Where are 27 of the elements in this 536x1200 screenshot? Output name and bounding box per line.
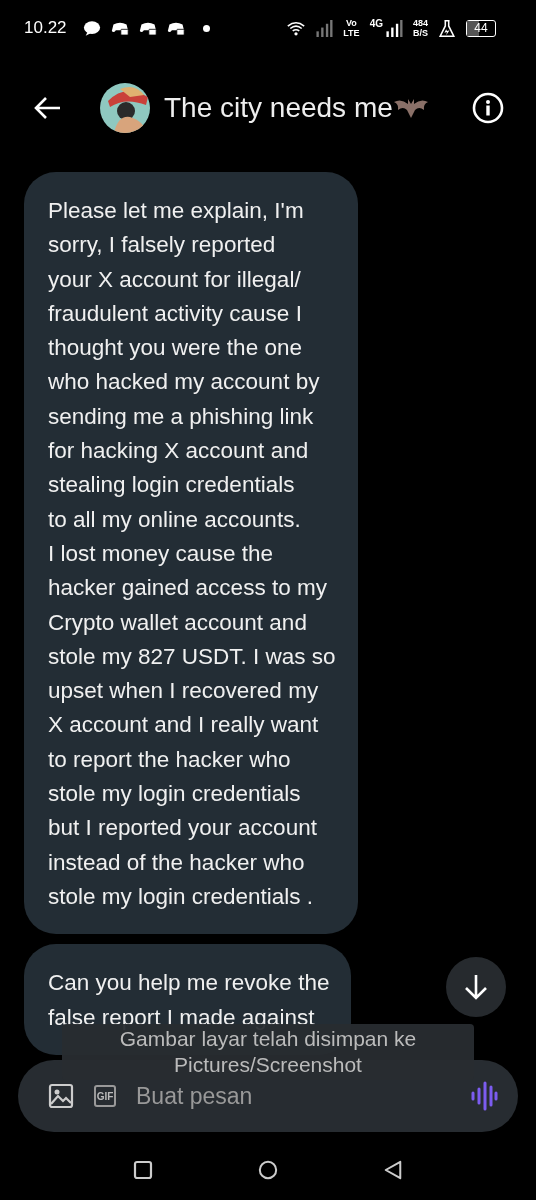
flask-icon bbox=[438, 19, 456, 37]
message-text: Can you help me revoke the false report I made against bbox=[48, 969, 330, 1030]
scroll-down-button[interactable] bbox=[446, 957, 506, 1017]
back-icon[interactable] bbox=[383, 1160, 404, 1180]
speed-label: 484 B/S bbox=[412, 18, 428, 38]
chat-title: The city needs me bbox=[164, 92, 393, 124]
battery-indicator: 44 bbox=[466, 19, 496, 37]
signal-icon bbox=[315, 19, 334, 37]
network-label: 4G bbox=[369, 18, 383, 29]
chat-bubble-icon bbox=[82, 19, 101, 37]
volte-label: Vo LTE bbox=[343, 18, 360, 38]
toast-text: Gambar layar telah disimpan ke bbox=[119, 1027, 417, 1052]
recent-apps-icon[interactable] bbox=[132, 1160, 153, 1180]
message-text: Please let me explain, I'm sorry, I falsely reported your X account for illegal/ fraudulent activity cause I thought you were the one who hacked my account by sending me a phishing link for hacking X account and stealing login credentials to all my online accounts. I lost money cause the hacker gained access to my Crypto wallet account and stole my 827 USDT. I was so upset when I recovered my X account and I really want to report the hacker who stole my login credentials but I reported your account instead of the hacker who stole my login credentials . bbox=[48, 197, 336, 911]
image-icon[interactable] bbox=[48, 1083, 74, 1109]
signal-icon bbox=[384, 19, 403, 37]
back-arrow-icon[interactable] bbox=[34, 96, 62, 120]
toast-text: Pictures/Screenshot bbox=[174, 1052, 362, 1078]
info-icon[interactable] bbox=[472, 92, 504, 124]
wifi-icon bbox=[287, 19, 306, 37]
home-icon[interactable] bbox=[258, 1160, 278, 1180]
down-arrow-icon bbox=[464, 973, 488, 1001]
message-input[interactable]: Buat pesan bbox=[136, 1082, 450, 1110]
voice-wave-icon[interactable] bbox=[470, 1081, 498, 1111]
gif-button[interactable]: GIF bbox=[94, 1085, 116, 1107]
status-time: 10.22 bbox=[24, 18, 67, 38]
notification-dot bbox=[202, 24, 210, 32]
